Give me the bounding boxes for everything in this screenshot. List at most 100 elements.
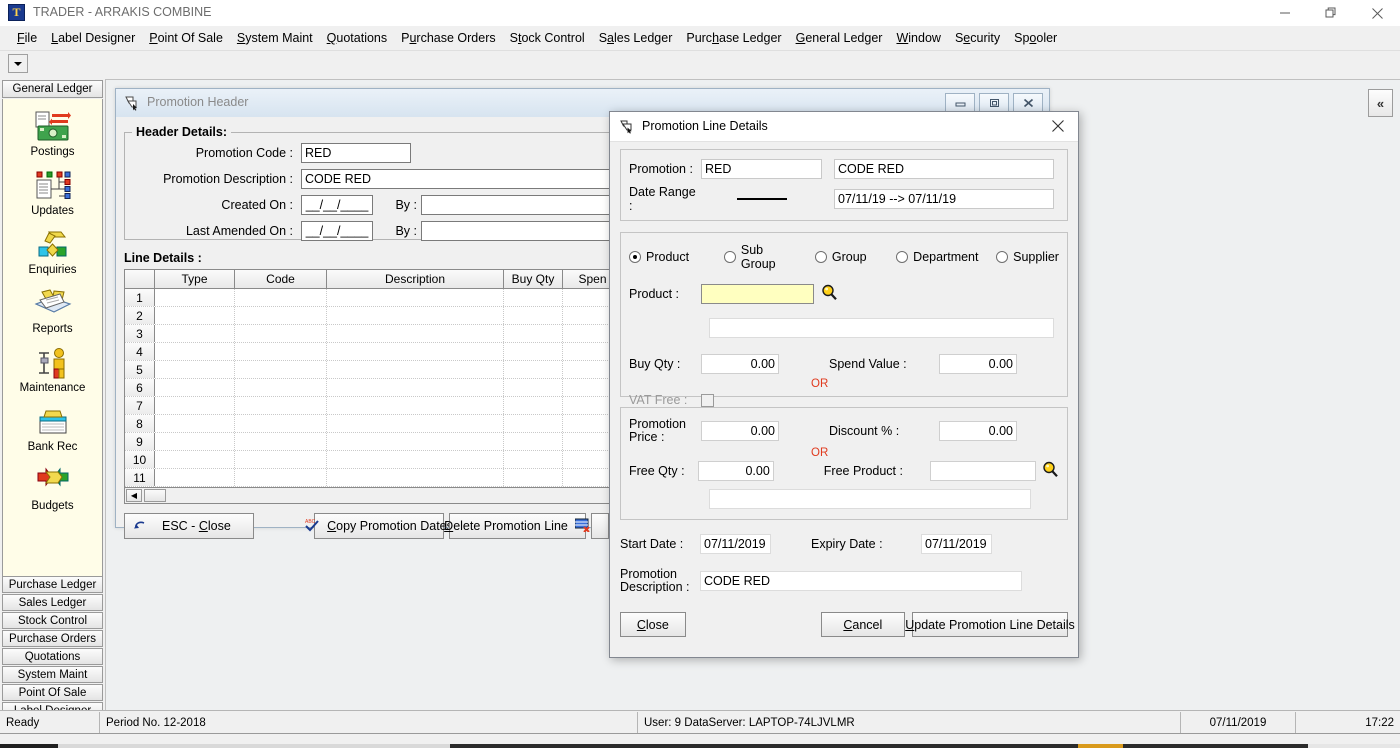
taskbar-item-2[interactable] — [450, 744, 1078, 748]
table-cell[interactable] — [235, 433, 327, 450]
table-cell[interactable] — [155, 415, 235, 432]
sidebar-tab-purchase-ledger[interactable]: Purchase Ledger — [2, 576, 103, 593]
table-cell[interactable] — [327, 379, 504, 396]
table-cell[interactable] — [327, 361, 504, 378]
sidebar-tab-system-maint[interactable]: System Maint — [2, 666, 103, 683]
sidebar-item-maintenance[interactable]: Maintenance — [3, 346, 102, 394]
table-cell[interactable] — [235, 469, 327, 486]
created-on-input[interactable]: __/__/____ — [301, 195, 373, 215]
start-date-input[interactable]: 07/11/2019 — [700, 534, 771, 554]
table-cell[interactable] — [327, 397, 504, 414]
table-cell[interactable] — [155, 433, 235, 450]
menu-general-ledger[interactable]: General Ledger — [789, 28, 890, 48]
table-cell[interactable] — [235, 325, 327, 342]
product-input[interactable] — [701, 284, 814, 304]
sidebar-item-reports[interactable]: Reports — [3, 287, 102, 335]
menu-point-of-sale[interactable]: Point Of Sale — [142, 28, 230, 48]
table-cell[interactable] — [327, 469, 504, 486]
taskbar-item-3[interactable] — [1123, 744, 1308, 748]
scroll-thumb[interactable] — [144, 489, 166, 502]
sidebar-active-tab-general-ledger[interactable]: General Ledger — [2, 80, 103, 98]
sidebar-item-budgets[interactable]: Budgets — [3, 464, 102, 512]
promotion-description-input[interactable]: CODE RED — [700, 571, 1022, 591]
radio-product[interactable]: Product — [629, 250, 708, 264]
vat-free-checkbox[interactable] — [701, 393, 714, 407]
sidebar-tab-sales-ledger[interactable]: Sales Ledger — [2, 594, 103, 611]
menu-stock-control[interactable]: Stock Control — [503, 28, 592, 48]
menu-window[interactable]: Window — [889, 28, 947, 48]
table-cell[interactable] — [155, 307, 235, 324]
sidebar-tab-stock-control[interactable]: Stock Control — [2, 612, 103, 629]
expiry-date-input[interactable]: 07/11/2019 — [921, 534, 992, 554]
discount-pct-input[interactable]: 0.00 — [939, 421, 1017, 441]
table-cell[interactable] — [504, 433, 563, 450]
extra-action-button[interactable] — [591, 513, 609, 539]
menu-purchase-orders[interactable]: Purchase Orders — [394, 28, 503, 48]
buy-qty-input[interactable]: 0.00 — [701, 354, 779, 374]
table-cell[interactable] — [504, 307, 563, 324]
menu-sales-ledger[interactable]: Sales Ledger — [592, 28, 680, 48]
table-cell[interactable] — [327, 433, 504, 450]
table-cell[interactable] — [235, 451, 327, 468]
sidebar-tab-point-of-sale[interactable]: Point Of Sale — [2, 684, 103, 701]
table-cell[interactable] — [504, 451, 563, 468]
table-cell[interactable] — [235, 307, 327, 324]
table-cell[interactable] — [235, 379, 327, 396]
menu-quotations[interactable]: Quotations — [320, 28, 394, 48]
table-cell[interactable] — [327, 451, 504, 468]
taskbar-tray[interactable] — [1308, 744, 1400, 748]
taskbar-start[interactable] — [0, 744, 58, 748]
delete-promotion-line-button[interactable]: Delete Promotion Line — [444, 513, 590, 539]
scroll-left-icon[interactable]: ◀ — [126, 489, 142, 502]
promotion-price-input[interactable]: 0.00 — [701, 421, 779, 441]
table-cell[interactable] — [235, 397, 327, 414]
table-cell[interactable] — [155, 469, 235, 486]
table-cell[interactable] — [155, 325, 235, 342]
menu-purchase-ledger[interactable]: Purchase Ledger — [679, 28, 788, 48]
update-promotion-line-details-button[interactable]: Update Promotion Line Details — [905, 612, 1075, 637]
table-cell[interactable] — [504, 379, 563, 396]
table-cell[interactable] — [504, 325, 563, 342]
sidebar-item-postings[interactable]: Postings — [3, 110, 102, 158]
sidebar-item-updates[interactable]: Updates — [3, 169, 102, 217]
close-icon[interactable] — [1038, 112, 1078, 140]
close-icon[interactable] — [1354, 0, 1400, 26]
product-lookup-magnifier-icon[interactable] — [821, 284, 838, 304]
free-product-input[interactable] — [929, 461, 1036, 481]
minimize-icon[interactable] — [1262, 0, 1308, 26]
table-cell[interactable] — [155, 451, 235, 468]
menu-spooler[interactable]: Spooler — [1007, 28, 1064, 48]
sidebar-item-enquiries[interactable]: Enquiries — [3, 228, 102, 276]
table-cell[interactable] — [504, 343, 563, 360]
table-cell[interactable] — [504, 361, 563, 378]
menu-file[interactable]: File — [10, 28, 44, 48]
module-dropdown-button[interactable] — [8, 54, 28, 73]
close-button[interactable]: Close — [620, 612, 686, 637]
free-product-lookup-magnifier-icon[interactable] — [1042, 461, 1059, 481]
copy-promotion-dates-button[interactable]: ABC Copy Promotion Dates — [305, 513, 453, 539]
close-icon[interactable] — [1013, 93, 1043, 112]
table-cell[interactable] — [155, 379, 235, 396]
last-amended-input[interactable]: __/__/____ — [301, 221, 373, 241]
table-cell[interactable] — [235, 289, 327, 306]
table-cell[interactable] — [504, 397, 563, 414]
spend-value-input[interactable]: 0.00 — [939, 354, 1017, 374]
radio-supplier[interactable]: Supplier — [996, 250, 1059, 264]
table-cell[interactable] — [327, 415, 504, 432]
radio-group[interactable]: Group — [814, 250, 880, 264]
promotion-description-field[interactable]: CODE RED — [834, 159, 1054, 179]
table-cell[interactable] — [327, 325, 504, 342]
table-cell[interactable] — [155, 397, 235, 414]
restore-icon[interactable] — [979, 93, 1009, 112]
radio-department[interactable]: Department — [896, 250, 980, 264]
sidebar-tab-quotations[interactable]: Quotations — [2, 648, 103, 665]
sidebar-tab-purchase-orders[interactable]: Purchase Orders — [2, 630, 103, 647]
promotion-code-input[interactable]: RED — [301, 143, 411, 163]
table-cell[interactable] — [327, 289, 504, 306]
table-cell[interactable] — [327, 307, 504, 324]
sidebar-item-bank-rec[interactable]: Bank Rec — [3, 405, 102, 453]
table-cell[interactable] — [235, 415, 327, 432]
table-cell[interactable] — [235, 343, 327, 360]
table-cell[interactable] — [327, 343, 504, 360]
cancel-button[interactable]: Cancel — [820, 612, 905, 637]
